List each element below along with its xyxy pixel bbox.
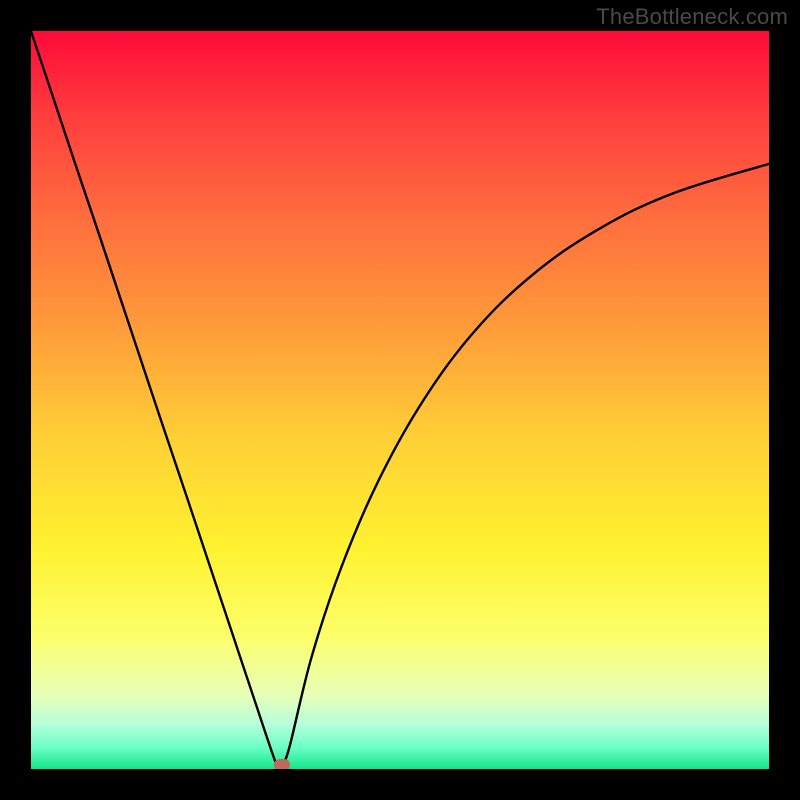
watermark-label: TheBottleneck.com xyxy=(596,4,788,30)
chart-frame: TheBottleneck.com xyxy=(0,0,800,800)
curve-svg xyxy=(31,31,769,769)
bottleneck-curve xyxy=(31,31,769,766)
plot-area xyxy=(31,31,769,769)
optimal-point-marker xyxy=(274,759,290,769)
